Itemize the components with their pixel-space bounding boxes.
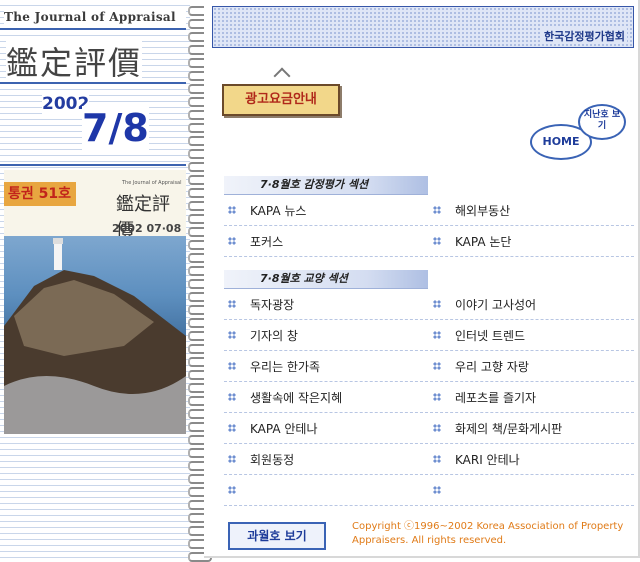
- cover-mini-title: The Journal of Appraisal: [122, 180, 182, 186]
- bullet-icon: [433, 237, 441, 245]
- bullet-icon: [228, 206, 236, 214]
- cover-page: The Journal of Appraisal 鑑定評價 2002 7/8 통…: [0, 0, 190, 562]
- menu-item-kapa-forum[interactable]: KAPA 논단: [429, 226, 634, 256]
- menu-row: 독자광장 이야기 고사성어: [224, 289, 634, 320]
- menu-label: 회원동정: [250, 452, 295, 467]
- menu-label: 해외부동산: [455, 203, 511, 218]
- issue-number: 7/8: [82, 106, 149, 150]
- menu-label: 화제의 책/문화게시판: [455, 421, 563, 436]
- bullet-icon: [228, 393, 236, 401]
- menu-label: 기자의 창: [250, 328, 298, 343]
- divider: [0, 82, 186, 84]
- menu-row: [224, 475, 634, 506]
- menu-label: 독자광장: [250, 297, 295, 312]
- menu-label: 레포츠를 즐기자: [455, 390, 537, 405]
- menu-label: KAPA 뉴스: [250, 203, 307, 218]
- bullet-icon: [433, 393, 441, 401]
- past-issue-button[interactable]: 지난호 보기: [578, 104, 626, 140]
- menu-item-kapa-antenna[interactable]: KAPA 안테나: [224, 413, 429, 443]
- copyright-text: Copyright ⓒ1996~2002 Korea Association o…: [352, 521, 624, 546]
- menu-item-hometown[interactable]: 우리 고향 자랑: [429, 351, 634, 381]
- cover-badge: 통권 51호: [4, 182, 76, 206]
- culture-section: 7·8월호 교양 섹션 독자광장 이야기 고사성어 기자의 창 인터넷 트렌드 …: [224, 270, 634, 506]
- divider: [0, 28, 186, 30]
- divider: [0, 164, 186, 166]
- bullet-icon: [228, 300, 236, 308]
- menu-item-empty: [224, 475, 429, 505]
- bullet-icon: [433, 206, 441, 214]
- journal-name: The Journal of Appraisal: [4, 10, 186, 24]
- appraisal-section: 7·8월호 감정평가 섹션 KAPA 뉴스 해외부동산 포커스 KAPA 논단: [224, 176, 634, 257]
- menu-label: KARI 안테나: [455, 452, 520, 467]
- menu-item-family[interactable]: 우리는 한가족: [224, 351, 429, 381]
- bullet-icon: [433, 455, 441, 463]
- section-heading: 7·8월호 감정평가 섹션: [224, 176, 428, 195]
- bullet-icon: [433, 300, 441, 308]
- bullet-icon: [228, 486, 236, 494]
- menu-label: 이야기 고사성어: [455, 297, 537, 312]
- menu-label: 우리 고향 자랑: [455, 359, 529, 374]
- menu-label: 생활속에 작은지혜: [250, 390, 343, 405]
- menu-item-books[interactable]: 화제의 책/문화게시판: [429, 413, 634, 443]
- menu-row: 우리는 한가족 우리 고향 자랑: [224, 351, 634, 382]
- bullet-icon: [433, 362, 441, 370]
- bullet-icon: [228, 331, 236, 339]
- ad-rates-label: 광고요금안내: [245, 92, 317, 107]
- cover-date: 2002 07·08: [112, 222, 182, 235]
- bullet-icon: [228, 424, 236, 432]
- menu-label: 포커스: [250, 234, 284, 249]
- menu-row: 회원동정 KARI 안테나: [224, 444, 634, 475]
- cover-photo: [4, 236, 186, 434]
- menu-item-internet-trend[interactable]: 인터넷 트렌드: [429, 320, 634, 350]
- bullet-icon: [433, 331, 441, 339]
- menu-row: 생활속에 작은지혜 레포츠를 즐기자: [224, 382, 634, 413]
- menu-item-focus[interactable]: 포커스: [224, 226, 429, 256]
- menu-item-members[interactable]: 회원동정: [224, 444, 429, 474]
- section-heading: 7·8월호 교양 섹션: [224, 270, 428, 289]
- menu-row: 기자의 창 인터넷 트렌드: [224, 320, 634, 351]
- bullet-icon: [433, 424, 441, 432]
- menu-row: 포커스 KAPA 논단: [224, 226, 634, 257]
- menu-row: KAPA 안테나 화제의 책/문화게시판: [224, 413, 634, 444]
- menu-item-overseas-realty[interactable]: 해외부동산: [429, 195, 634, 225]
- header-banner: 한국감정평가협회: [212, 6, 634, 48]
- past-issues-button[interactable]: 과월호 보기: [228, 522, 326, 550]
- contents-page: 한국감정평가협회 광고요금안내 HOME 지난호 보기 7·8월호 감정평가 섹…: [204, 0, 640, 558]
- menu-item-kari-antenna[interactable]: KARI 안테나: [429, 444, 634, 474]
- menu-item-leisure[interactable]: 레포츠를 즐기자: [429, 382, 634, 412]
- menu-label: KAPA 논단: [455, 234, 512, 249]
- menu-label: 인터넷 트렌드: [455, 328, 526, 343]
- menu-item-idioms[interactable]: 이야기 고사성어: [429, 289, 634, 319]
- bullet-icon: [228, 237, 236, 245]
- menu-item-kapa-news[interactable]: KAPA 뉴스: [224, 195, 429, 225]
- ad-rates-sign[interactable]: 광고요금안내: [222, 67, 340, 116]
- menu-item-readers[interactable]: 독자광장: [224, 289, 429, 319]
- menu-label: 우리는 한가족: [250, 359, 321, 374]
- lighthouse-photo: [4, 238, 186, 434]
- menu-item-reporter[interactable]: 기자의 창: [224, 320, 429, 350]
- menu-item-life-tips[interactable]: 생활속에 작은지혜: [224, 382, 429, 412]
- menu-label: KAPA 안테나: [250, 421, 318, 436]
- menu-item-empty: [429, 475, 634, 505]
- journal-title: 鑑定評價: [6, 38, 143, 84]
- org-name: 한국감정평가협회: [542, 28, 627, 44]
- hook-icon: [273, 67, 291, 85]
- bullet-icon: [228, 362, 236, 370]
- bullet-icon: [433, 486, 441, 494]
- bullet-icon: [228, 455, 236, 463]
- cover-image: 통권 51호 The Journal of Appraisal 鑑定評價 200…: [4, 170, 186, 434]
- menu-row: KAPA 뉴스 해외부동산: [224, 195, 634, 226]
